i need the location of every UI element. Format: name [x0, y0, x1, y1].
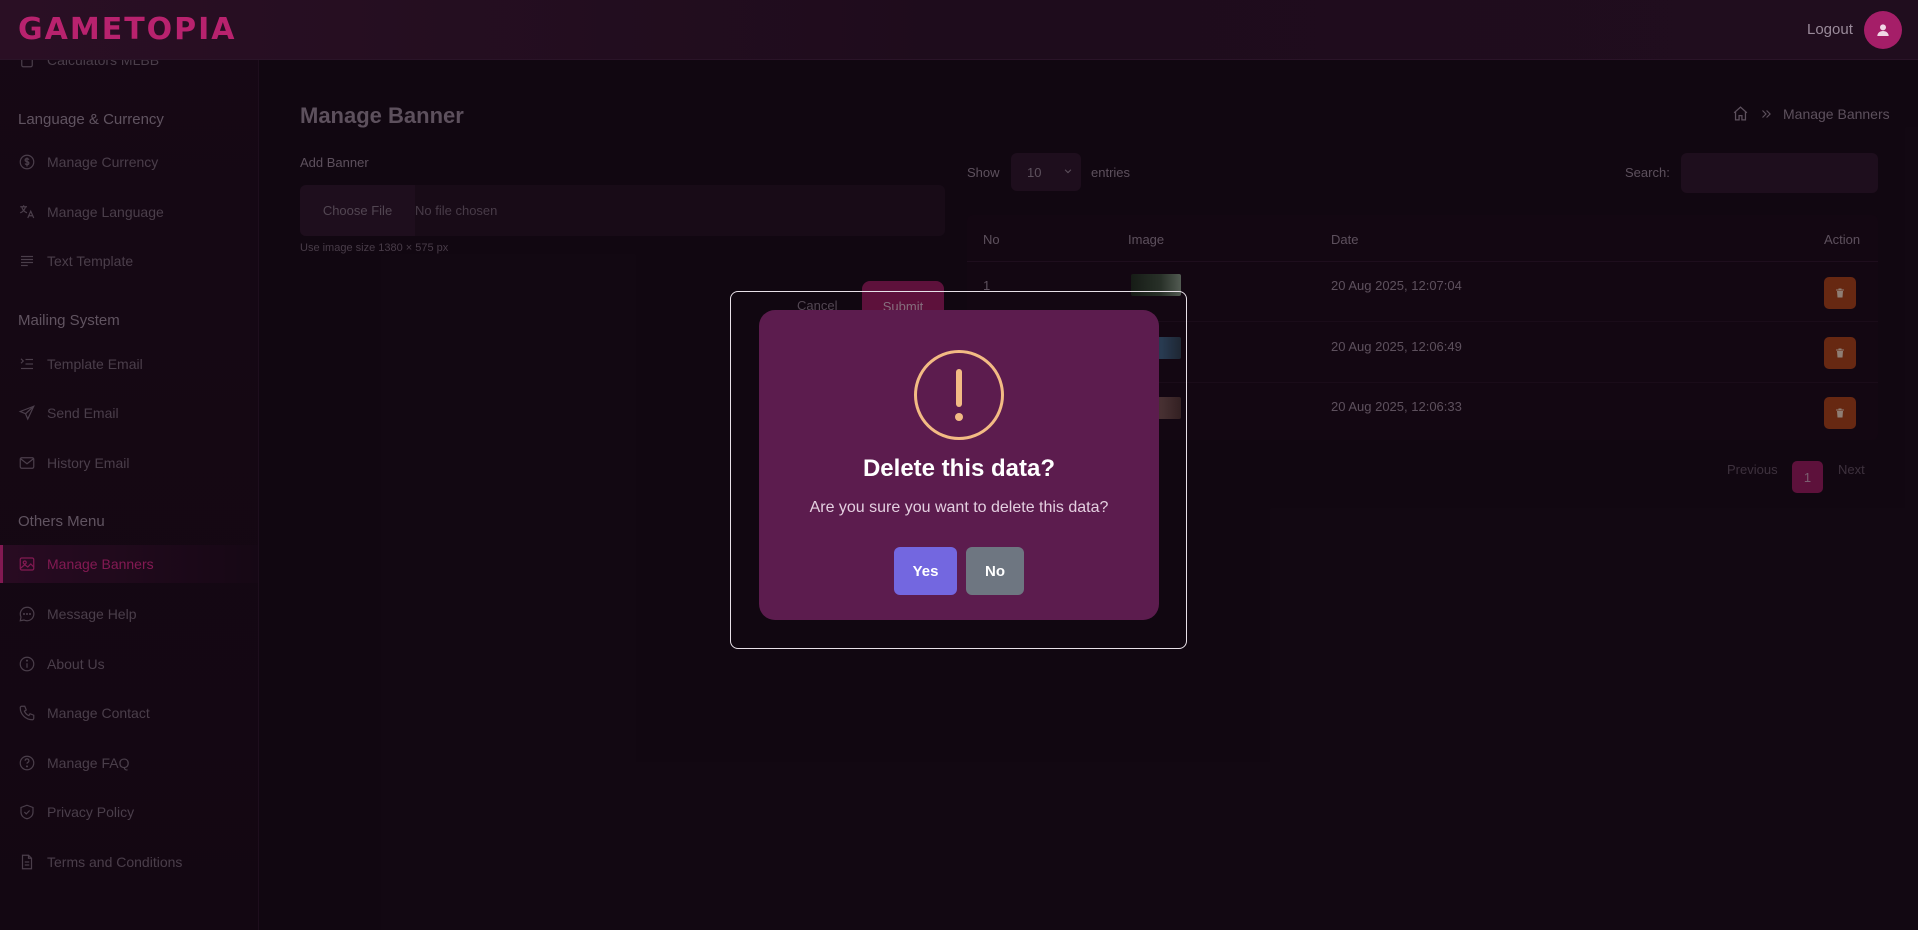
avatar[interactable] [1864, 11, 1902, 49]
user-icon [1877, 24, 1889, 36]
confirm-no-button[interactable]: No [966, 547, 1024, 595]
warning-icon [914, 350, 1004, 440]
delete-confirm-dialog: Delete this data? Are you sure you want … [759, 310, 1159, 620]
dialog-message: Are you sure you want to delete this dat… [809, 499, 1109, 516]
confirm-yes-button[interactable]: Yes [894, 547, 957, 595]
top-header: GAMETOPIA Logout [0, 0, 1918, 60]
logout-link[interactable]: Logout [1807, 21, 1853, 38]
app-logo[interactable]: GAMETOPIA [18, 12, 237, 47]
dialog-title: Delete this data? [862, 455, 1056, 482]
